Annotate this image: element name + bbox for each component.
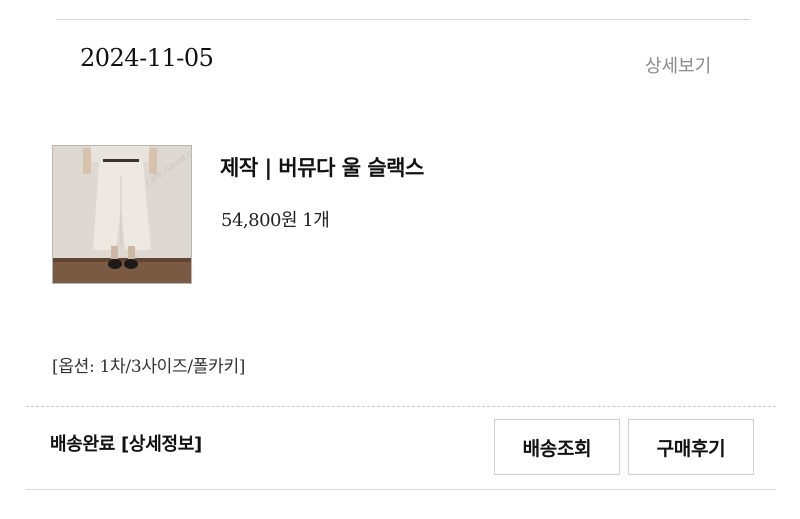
shipping-lookup-button[interactable]: 배송조회 xyxy=(494,419,620,475)
bottom-divider xyxy=(26,489,776,490)
product-price-quantity: 54,800원 1개 xyxy=(221,210,330,231)
product-name[interactable]: 제작 | 버뮤다 울 슬랙스 xyxy=(220,152,424,182)
top-divider xyxy=(56,19,750,20)
order-date: 2024-11-05 xyxy=(80,44,214,72)
product-option: [옵션: 1차/3사이즈/폴카키] xyxy=(52,357,246,377)
delivery-status[interactable]: 배송완료 [상세정보] xyxy=(50,430,202,456)
dashed-divider xyxy=(26,406,776,407)
product-thumbnail[interactable]: cafe.naver.com xyxy=(52,145,192,284)
view-details-link[interactable]: 상세보기 xyxy=(645,52,711,78)
product-photo-icon: cafe.naver.com xyxy=(53,146,191,283)
write-review-button[interactable]: 구매후기 xyxy=(628,419,754,475)
